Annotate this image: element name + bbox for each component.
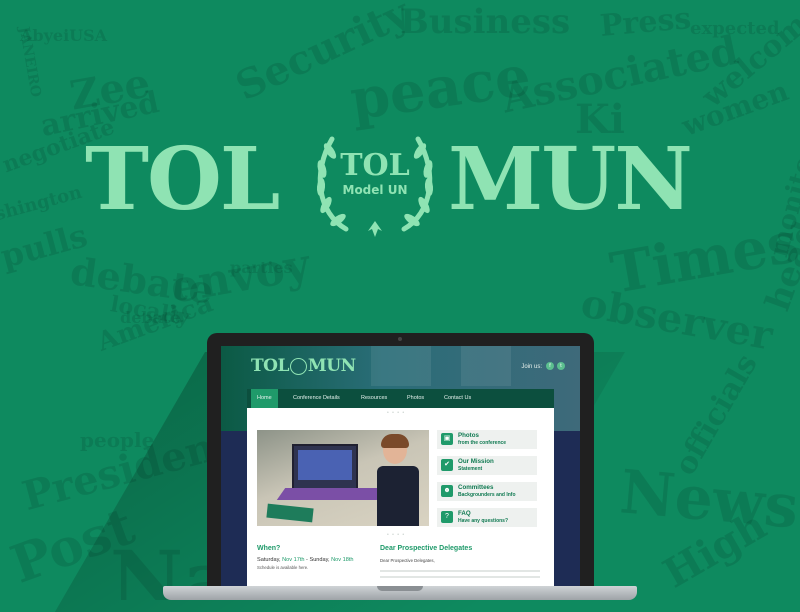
- header-window-photo: [461, 346, 511, 386]
- nav-resources[interactable]: Resources: [355, 389, 393, 408]
- header-building-photo: [371, 346, 431, 386]
- photo-laptop-keyboard: [276, 488, 386, 500]
- sidebar-subtitle: from the conference: [458, 440, 507, 446]
- sidebar-item-committees[interactable]: ☻ Committees Backgrounders and Info: [437, 482, 537, 501]
- nav-conference-details[interactable]: Conference Details: [287, 389, 346, 408]
- sidebar-title: Photos: [458, 432, 479, 439]
- nav-contact-us[interactable]: Contact Us: [438, 389, 477, 408]
- hero-word-left: TOL: [85, 129, 280, 230]
- mini-laurel-icon: [289, 358, 307, 375]
- sidebar-title: FAQ: [458, 510, 471, 517]
- when-date1: Nov 17th: [282, 557, 305, 563]
- background-word: officials: [667, 348, 765, 482]
- schedule-link[interactable]: Schedule is available here.: [257, 565, 308, 570]
- site-logo-right: MUN: [307, 356, 356, 376]
- sidebar-title: Committees: [458, 484, 494, 491]
- camera-dot: [398, 337, 402, 341]
- photo-icon: ▣: [441, 433, 453, 445]
- sidebar-item-faq[interactable]: ? FAQ Have any questions?: [437, 508, 537, 527]
- photo-booklet: [266, 503, 314, 523]
- hero-photo: [257, 430, 429, 526]
- people-icon: ☻: [441, 485, 453, 497]
- background-word: Business: [400, 2, 571, 42]
- laptop-notch: [377, 586, 423, 591]
- sidebar-subtitle: Have any questions?: [458, 518, 509, 524]
- hero-word-right: MUN: [448, 129, 693, 230]
- photo-student: [377, 434, 419, 526]
- when-day1: Saturday,: [257, 557, 281, 563]
- question-icon: ?: [441, 511, 453, 523]
- laptop-screen: TOL MUN Join us: f t Home Conference Deta…: [221, 346, 580, 593]
- emblem-title: TOL: [340, 148, 410, 183]
- photo-laptop: [292, 444, 358, 490]
- emblem-subtitle: Model UN: [342, 183, 408, 197]
- when-separator: - Sunday,: [306, 557, 330, 563]
- background-word: Press: [598, 1, 693, 44]
- nav-photos[interactable]: Photos: [401, 389, 430, 408]
- divider-dots: • • • •: [387, 532, 406, 538]
- join-us-label: Join us:: [521, 364, 542, 370]
- when-dates: Saturday, Nov 17th - Sunday, Nov 18th: [257, 557, 354, 563]
- background-word: expected: [690, 18, 780, 39]
- facebook-icon[interactable]: f: [546, 362, 554, 370]
- sidebar-item-photos[interactable]: ▣ Photos from the conference: [437, 430, 537, 449]
- main-nav: Home Conference Details Resources Photos…: [247, 389, 554, 408]
- twitter-icon[interactable]: t: [557, 362, 565, 370]
- site-logo[interactable]: TOL MUN: [251, 358, 356, 375]
- thumbs-up-icon: ✔: [441, 459, 453, 471]
- site-logo-left: TOL: [251, 356, 289, 376]
- background-word: debate: [120, 308, 181, 327]
- sidebar-title: Our Mission: [458, 458, 494, 465]
- hero-logo: TOL TOL Model UN MUN: [0, 125, 800, 245]
- laptop-base: [163, 586, 637, 600]
- content-panel: • • • • ▣ Photos from the conference ✔ O…: [247, 408, 554, 593]
- laptop-frame: TOL MUN Join us: f t Home Conference Deta…: [207, 333, 594, 593]
- sidebar-subtitle: Backgrounders and Info: [458, 492, 516, 498]
- sidebar-item-mission[interactable]: ✔ Our Mission Statement: [437, 456, 537, 475]
- sidebar-subtitle: Statement: [458, 466, 483, 472]
- background-word: parties: [230, 258, 293, 277]
- when-heading: When?: [257, 545, 281, 552]
- letter-greeting: Dear Prospective Delegates,: [380, 558, 435, 563]
- letter-text-line: [380, 570, 540, 572]
- background-word: people: [80, 428, 155, 452]
- when-date2: Nov 18th: [331, 557, 354, 563]
- nav-home[interactable]: Home: [251, 389, 278, 408]
- letter-text-line: [380, 576, 540, 578]
- divider-dots: • • • •: [387, 410, 406, 416]
- letter-heading: Dear Prospective Delegates: [380, 545, 473, 552]
